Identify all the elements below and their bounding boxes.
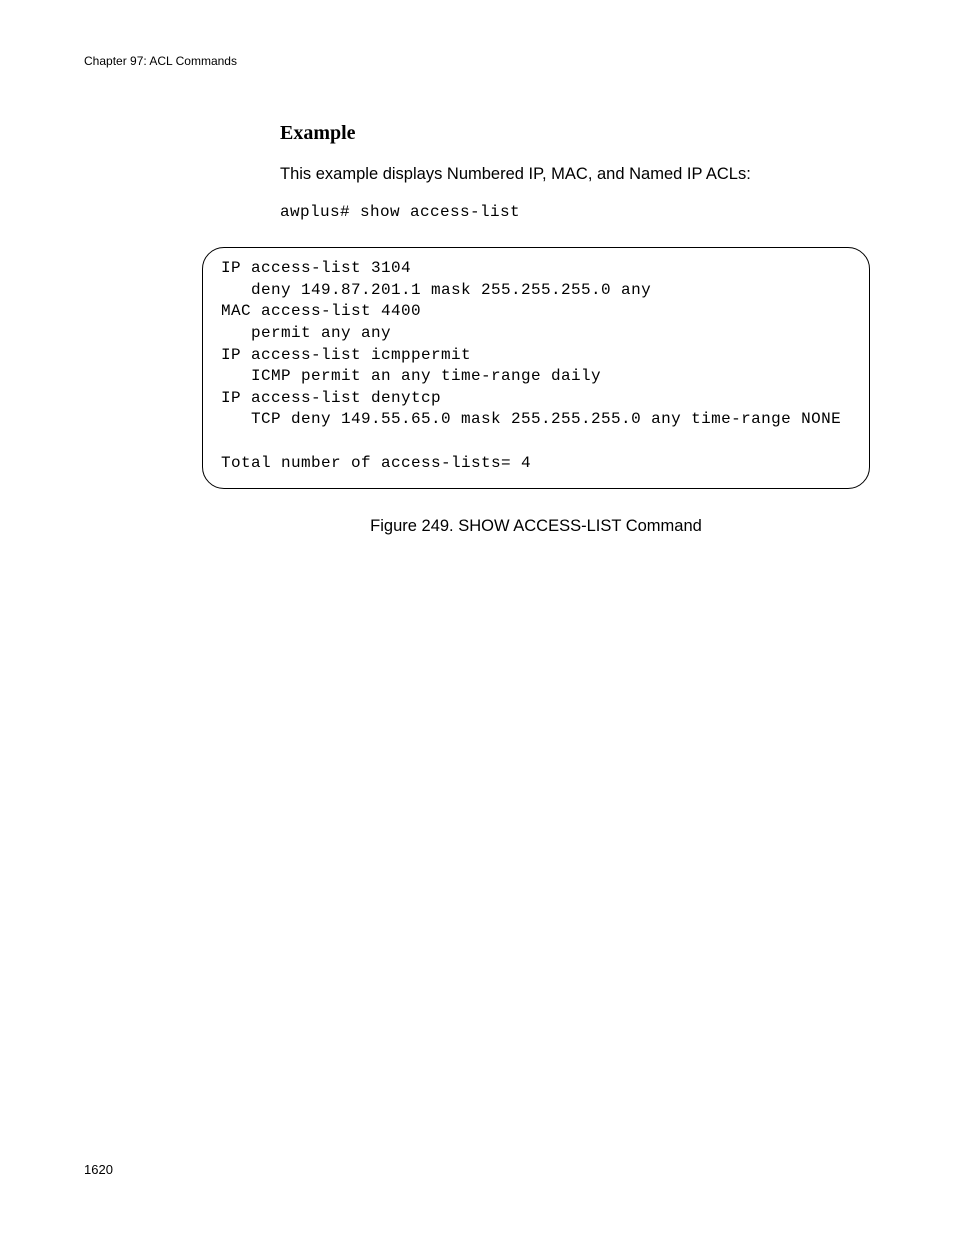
page-number: 1620 <box>84 1162 113 1177</box>
section-heading-example: Example <box>280 122 870 145</box>
main-content: Example This example displays Numbered I… <box>280 122 870 221</box>
command-line: awplus# show access-list <box>280 203 870 221</box>
page: Chapter 97: ACL Commands Example This ex… <box>0 0 954 1235</box>
running-head: Chapter 97: ACL Commands <box>84 54 870 68</box>
intro-paragraph: This example displays Numbered IP, MAC, … <box>280 163 870 185</box>
figure-caption: Figure 249. SHOW ACCESS-LIST Command <box>202 517 870 536</box>
terminal-output-box: IP access-list 3104 deny 149.87.201.1 ma… <box>202 247 870 489</box>
